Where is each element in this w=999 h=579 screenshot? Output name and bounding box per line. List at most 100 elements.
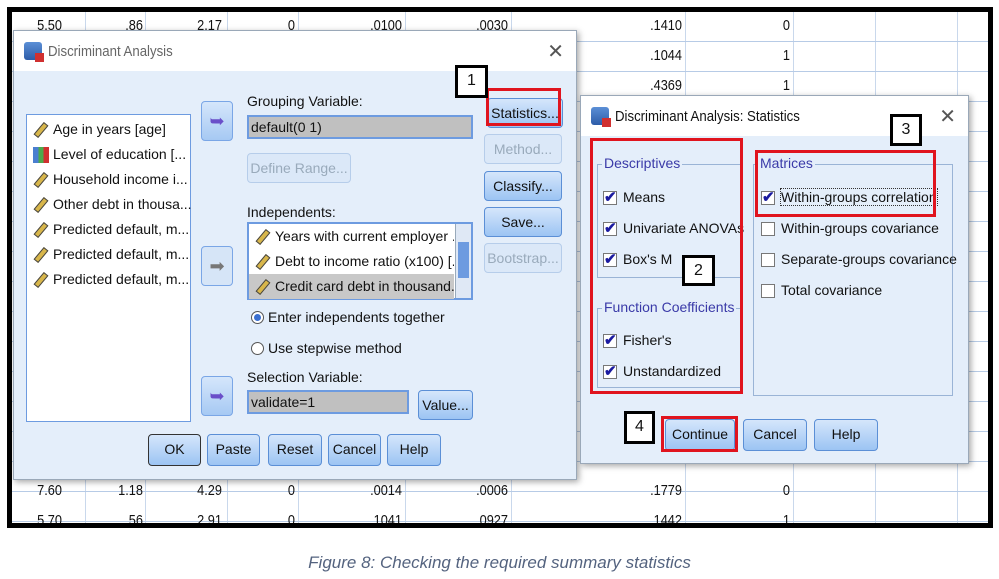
scale-icon bbox=[255, 228, 271, 246]
cell[interactable]: 1 bbox=[722, 506, 790, 523]
highlight-descriptives-coefficients bbox=[590, 138, 743, 394]
variable-label: Predicted default, m... bbox=[53, 271, 190, 287]
variable-item[interactable]: Household income i... bbox=[27, 167, 190, 192]
value-button[interactable]: Value... bbox=[418, 390, 473, 420]
independent-label: Years with current employer ... bbox=[275, 228, 454, 244]
dialog-title: Discriminant Analysis: Statistics bbox=[615, 108, 800, 125]
variables-list[interactable]: Age in years [age] Level of education [..… bbox=[26, 114, 192, 422]
independent-label: Debt to income ratio (x100) [... bbox=[275, 253, 454, 269]
help-button[interactable]: Help bbox=[387, 434, 441, 466]
radio-enter-together[interactable] bbox=[251, 311, 264, 324]
checkbox-total-covariance[interactable] bbox=[761, 284, 775, 298]
stepwise-label: Use stepwise method bbox=[268, 340, 402, 356]
cell[interactable]: 4.29 bbox=[154, 476, 222, 506]
variable-label: Age in years [age] bbox=[53, 121, 166, 137]
annotation-4: 4 bbox=[624, 411, 655, 444]
cell[interactable]: 0 bbox=[722, 476, 790, 506]
move-to-grouping-button[interactable]: ➥ bbox=[201, 101, 233, 141]
scrollbar[interactable] bbox=[455, 224, 471, 298]
variable-label: Predicted default, m... bbox=[53, 221, 190, 237]
paste-button[interactable]: Paste bbox=[207, 434, 260, 466]
variable-label: Level of education [... bbox=[53, 146, 187, 162]
variable-label: Household income i... bbox=[53, 171, 188, 187]
highlight-continue bbox=[661, 416, 738, 452]
cell[interactable]: .0927 bbox=[440, 506, 508, 523]
ordinal-icon bbox=[33, 147, 49, 163]
checkbox-label: Total covariance bbox=[781, 282, 883, 298]
method-button[interactable]: Method... bbox=[484, 134, 562, 164]
help-button[interactable]: Help bbox=[814, 419, 878, 451]
define-range-button[interactable]: Define Range... bbox=[247, 153, 351, 183]
highlight-matrices bbox=[755, 150, 936, 217]
cell[interactable]: 7.60 bbox=[12, 476, 62, 506]
bootstrap-button[interactable]: Bootstrap... bbox=[484, 243, 562, 273]
variable-item[interactable]: Age in years [age] bbox=[27, 117, 190, 142]
scale-icon bbox=[33, 196, 49, 214]
radio-stepwise[interactable] bbox=[251, 342, 264, 355]
arrow-right-icon: ➡ bbox=[209, 256, 225, 276]
move-to-selection-button[interactable]: ➥ bbox=[201, 376, 233, 416]
move-to-independents-button[interactable]: ➡ bbox=[201, 246, 233, 286]
cancel-button[interactable]: Cancel bbox=[328, 434, 381, 466]
save-button[interactable]: Save... bbox=[484, 207, 562, 237]
classify-button[interactable]: Classify... bbox=[484, 171, 562, 201]
independents-label: Independents: bbox=[247, 204, 336, 220]
arrow-left-icon: ➥ bbox=[209, 111, 225, 131]
grouping-variable-label: Grouping Variable: bbox=[247, 93, 363, 109]
cell[interactable]: 0 bbox=[227, 476, 295, 506]
scrollbar-thumb[interactable] bbox=[458, 242, 469, 278]
cell[interactable]: .1779 bbox=[614, 476, 682, 506]
reset-button[interactable]: Reset bbox=[268, 434, 322, 466]
close-icon[interactable]: ✕ bbox=[939, 104, 956, 129]
scale-icon bbox=[33, 246, 49, 264]
app-icon bbox=[591, 107, 611, 127]
cancel-button[interactable]: Cancel bbox=[743, 419, 807, 451]
scale-icon bbox=[33, 221, 49, 239]
independent-label: Credit card debt in thousand... bbox=[275, 278, 454, 294]
variable-item[interactable]: Predicted default, m... bbox=[27, 217, 190, 242]
scale-icon bbox=[33, 121, 49, 139]
cell[interactable]: 0 bbox=[722, 12, 790, 41]
cell[interactable]: .1442 bbox=[614, 506, 682, 523]
variable-item[interactable]: Other debt in thousa... bbox=[27, 192, 192, 217]
cell[interactable]: .0014 bbox=[334, 476, 402, 506]
cell[interactable]: 5.70 bbox=[12, 506, 62, 523]
checkbox-within-groups-covariance[interactable] bbox=[761, 222, 775, 236]
cell[interactable]: .0006 bbox=[440, 476, 508, 506]
checkbox-separate-groups-covariance[interactable] bbox=[761, 253, 775, 267]
highlight-statistics bbox=[486, 88, 561, 126]
checkbox-label: Separate-groups covariance bbox=[781, 251, 957, 267]
close-icon[interactable]: ✕ bbox=[547, 39, 564, 64]
figure-caption: Figure 8: Checking the required summary … bbox=[308, 553, 691, 572]
variable-label: Predicted default, m... bbox=[53, 246, 190, 262]
cell[interactable]: .1410 bbox=[614, 12, 682, 41]
cell[interactable]: 2.91 bbox=[154, 506, 222, 523]
variable-item[interactable]: Level of education [... bbox=[27, 142, 190, 167]
enter-together-label: Enter independents together bbox=[268, 309, 445, 325]
cell[interactable]: .1041 bbox=[334, 506, 402, 523]
scale-icon bbox=[33, 171, 49, 189]
variable-label: Other debt in thousa... bbox=[53, 196, 192, 212]
independents-list[interactable]: Years with current employer ... Debt to i… bbox=[247, 222, 473, 300]
app-icon bbox=[24, 42, 44, 62]
independent-item[interactable]: Years with current employer ... bbox=[249, 224, 454, 249]
selection-variable-field[interactable]: validate=1 bbox=[247, 390, 409, 414]
variable-item[interactable]: Predicted default, m... bbox=[27, 242, 190, 267]
grouping-variable-field[interactable]: default(0 1) bbox=[247, 115, 473, 139]
scale-icon bbox=[255, 278, 271, 296]
arrow-left-icon: ➥ bbox=[209, 386, 225, 406]
independent-item[interactable]: Debt to income ratio (x100) [... bbox=[249, 249, 454, 274]
dialog-title: Discriminant Analysis bbox=[48, 43, 173, 60]
cell[interactable]: .1044 bbox=[614, 41, 682, 71]
title-bar: Discriminant Analysis ✕ bbox=[14, 31, 576, 71]
cell[interactable]: 1 bbox=[722, 41, 790, 71]
cell[interactable]: 0 bbox=[227, 506, 295, 523]
checkbox-label: Within-groups covariance bbox=[781, 220, 939, 236]
cell[interactable]: .56 bbox=[75, 506, 143, 523]
variable-item[interactable]: Predicted default, m... bbox=[27, 267, 190, 292]
scale-icon bbox=[255, 253, 271, 271]
scale-icon bbox=[33, 271, 49, 289]
cell[interactable]: 1.18 bbox=[75, 476, 143, 506]
ok-button[interactable]: OK bbox=[148, 434, 201, 466]
independent-item[interactable]: Credit card debt in thousand... bbox=[249, 274, 454, 299]
